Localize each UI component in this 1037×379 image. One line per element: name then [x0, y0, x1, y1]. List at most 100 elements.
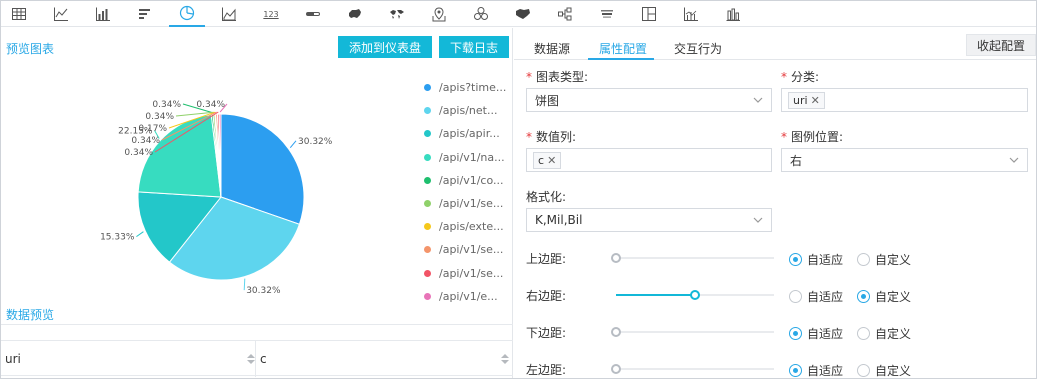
world-map-icon[interactable] — [379, 1, 415, 27]
legend-position-select[interactable]: 右 — [781, 148, 1028, 172]
legend-item[interactable]: /apis?time... — [424, 76, 512, 99]
legend-item[interactable]: /api/v1/se... — [424, 262, 512, 285]
category-label: * 分类: — [781, 68, 819, 85]
radio-custom[interactable]: 自定义 — [857, 288, 911, 305]
legend-label: /api/v1/se... — [439, 266, 504, 280]
slider-handle[interactable] — [611, 253, 621, 263]
legend-swatch — [424, 84, 431, 92]
radio-custom[interactable]: 自定义 — [857, 251, 911, 268]
column-header-c[interactable]: c — [260, 341, 510, 377]
progress-bar-icon[interactable] — [295, 1, 331, 27]
radio-auto[interactable]: 自适应 — [789, 251, 843, 268]
legend-item[interactable]: /apis/exte... — [424, 215, 512, 238]
chart-type-toolbar: 123 — [1, 1, 1036, 27]
value-column-field[interactable]: c ✕ — [526, 148, 772, 172]
radio-auto[interactable]: 自适应 — [789, 325, 843, 342]
radio-label: 自定义 — [875, 327, 912, 341]
radio-auto[interactable]: 自适应 — [789, 288, 843, 305]
sort-icon[interactable] — [501, 354, 509, 364]
margin-slider[interactable] — [616, 290, 774, 300]
active-tab-indicator — [588, 58, 654, 60]
margin-label: 右边距: — [526, 289, 567, 303]
legend-label: /apis/exte... — [439, 220, 504, 234]
close-icon[interactable]: ✕ — [811, 94, 820, 107]
margin-label: 上边距: — [526, 252, 567, 266]
area-chart-icon[interactable] — [211, 1, 247, 27]
format-select[interactable]: K,Mil,Bil — [526, 208, 772, 232]
required-mark: * — [526, 130, 532, 144]
column-header-uri[interactable]: uri — [5, 341, 255, 377]
legend-item[interactable]: /api/v1/se... — [424, 192, 512, 215]
table-icon[interactable] — [1, 1, 37, 27]
legend-swatch — [424, 269, 431, 277]
radio-label: 自适应 — [807, 290, 844, 304]
column-line-icon[interactable] — [673, 1, 709, 27]
slider-handle[interactable] — [611, 327, 621, 337]
heat-map-icon[interactable] — [505, 1, 541, 27]
legend-item[interactable]: /api/v1/na... — [424, 146, 512, 169]
radio-icon — [789, 253, 802, 266]
pie-chart: 30.32%30.32%15.33%22.15%0.34%0.34%0.17%0… — [100, 100, 333, 296]
legend-item[interactable]: /api/v1/se... — [424, 238, 512, 261]
margin-slider[interactable] — [611, 327, 774, 337]
slider-handle[interactable] — [611, 364, 621, 374]
legend-swatch — [424, 107, 431, 115]
radio-icon — [857, 364, 870, 377]
radio-label: 自适应 — [807, 253, 844, 267]
tab-interaction[interactable]: 交互行为 — [674, 40, 722, 57]
word-cloud-icon[interactable] — [589, 1, 625, 27]
kpi-number-label: 123 — [263, 9, 279, 19]
legend-swatch — [424, 246, 431, 254]
legend-label: /api/v1/se... — [439, 243, 504, 257]
bar-chart-icon[interactable] — [85, 1, 121, 27]
radio-icon — [857, 327, 870, 340]
slider-handle[interactable] — [690, 290, 700, 300]
chart-type-select[interactable]: 饼图 — [526, 88, 772, 112]
legend-item[interactable]: /apis/apir... — [424, 122, 512, 145]
radio-custom[interactable]: 自定义 — [857, 325, 911, 342]
tab-data-source[interactable]: 数据源 — [534, 40, 570, 57]
margin-slider[interactable] — [611, 364, 774, 374]
stacked-bar-icon[interactable] — [715, 1, 751, 27]
column-divider — [255, 341, 256, 377]
pie-chart-icon[interactable] — [169, 1, 205, 27]
horizontal-bar-icon[interactable] — [127, 1, 163, 27]
tree-icon[interactable] — [547, 1, 583, 27]
china-map-icon[interactable] — [337, 1, 373, 27]
legend-item[interactable]: /apis/net... — [424, 99, 512, 122]
slice-data-label: 0.34% — [131, 136, 160, 146]
radio-label: 自定义 — [875, 253, 912, 267]
category-field[interactable]: uri ✕ — [781, 88, 1028, 112]
legend-item[interactable]: /api/v1/co... — [424, 169, 512, 192]
legend-item[interactable]: /api/v1/e... — [424, 285, 512, 308]
margin-slider[interactable] — [611, 253, 774, 263]
radio-label: 自适应 — [807, 364, 844, 378]
location-map-icon[interactable] — [421, 1, 457, 27]
tab-properties[interactable]: 属性配置 — [599, 40, 647, 57]
sort-icon[interactable] — [247, 354, 255, 364]
legend-label: /apis/apir... — [439, 127, 500, 141]
line-chart-icon[interactable] — [43, 1, 79, 27]
legend-swatch — [424, 292, 431, 300]
value-column-tag: c ✕ — [533, 151, 562, 169]
bubble-icon[interactable] — [463, 1, 499, 27]
chart-type-value: 饼图 — [535, 93, 560, 108]
preview-title: 预览图表 — [6, 42, 55, 56]
add-to-dashboard-button[interactable]: 添加到仪表盘 — [338, 36, 432, 58]
legend-label: /apis?time... — [439, 81, 507, 95]
chevron-down-icon — [753, 217, 763, 223]
margin-label: 左边距: — [526, 363, 567, 377]
label-leader-line — [243, 278, 246, 291]
chart-legend: /apis?time... /apis/net... /apis/apir... /a… — [424, 76, 512, 308]
download-log-button[interactable]: 下载日志 — [439, 36, 509, 58]
kpi-number-icon[interactable]: 123 — [253, 1, 289, 27]
radio-label: 自定义 — [875, 290, 912, 304]
category-label-text: 分类: — [791, 70, 820, 84]
category-tag-text: uri — [793, 93, 808, 107]
radio-custom[interactable]: 自定义 — [857, 362, 911, 379]
layout-icon[interactable] — [631, 1, 667, 27]
radio-icon — [789, 327, 802, 340]
close-icon[interactable]: ✕ — [547, 154, 556, 167]
collapse-config-button[interactable]: 收起配置 — [966, 34, 1036, 56]
radio-auto[interactable]: 自适应 — [789, 362, 843, 379]
